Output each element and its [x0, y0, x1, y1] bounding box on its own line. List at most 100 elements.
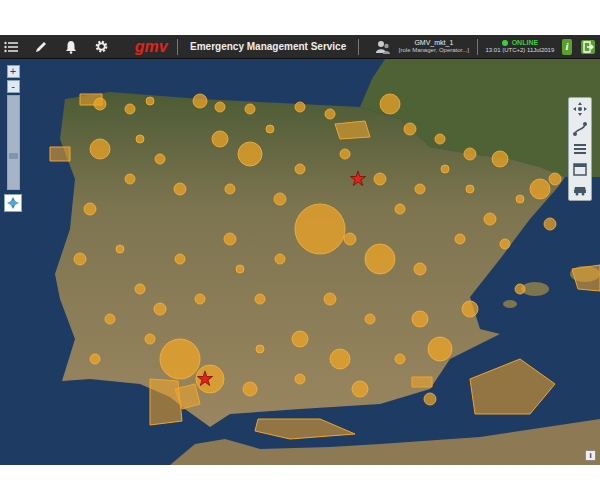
user-icon[interactable]: [375, 38, 391, 56]
incident-marker: [105, 314, 115, 324]
status-dot: [502, 40, 508, 46]
incident-marker: [275, 254, 285, 264]
map-tools: [568, 97, 592, 201]
incident-marker: [295, 164, 305, 174]
incident-marker: [125, 104, 135, 114]
incident-area: [412, 377, 432, 387]
incident-marker: [500, 239, 510, 249]
incident-marker: [224, 233, 236, 245]
vehicle-icon[interactable]: [572, 181, 588, 197]
incident-area: [572, 265, 600, 291]
incident-marker: [365, 314, 375, 324]
attribution-button[interactable]: i: [585, 450, 596, 461]
incident-marker: [352, 381, 368, 397]
incident-marker: [530, 179, 550, 199]
map-canvas[interactable]: [0, 59, 600, 465]
menu-icon[interactable]: [4, 38, 18, 56]
incident-area: [175, 384, 200, 409]
incident-area: [470, 359, 555, 414]
incident-marker: [94, 98, 106, 110]
incident-marker: [395, 354, 405, 364]
compass-button[interactable]: [4, 194, 22, 212]
info-button[interactable]: i: [562, 39, 572, 55]
incident-marker: [515, 284, 525, 294]
incident-marker: [266, 125, 274, 133]
incident-marker: [441, 165, 449, 173]
alert-star-icon: [350, 171, 365, 186]
top-bar: gmv Emergency Management Service GMV_mkt…: [0, 35, 600, 59]
incident-marker: [195, 294, 205, 304]
incident-area: [255, 419, 355, 439]
pan-icon[interactable]: [572, 101, 588, 117]
incident-marker: [154, 303, 166, 315]
incident-marker: [116, 245, 124, 253]
incident-marker: [136, 135, 144, 143]
incident-marker: [484, 213, 496, 225]
incident-marker: [243, 382, 257, 396]
incident-marker: [295, 102, 305, 112]
incident-area: [150, 379, 182, 425]
incident-marker: [215, 102, 225, 112]
iberia-land: [55, 92, 565, 427]
incident-marker: [365, 244, 395, 274]
route-icon[interactable]: [572, 121, 588, 137]
app-title: Emergency Management Service: [186, 39, 350, 54]
incident-marker: [292, 331, 308, 347]
incident-marker: [415, 184, 425, 194]
incident-marker: [324, 293, 336, 305]
incident-marker: [374, 173, 386, 185]
incident-marker: [464, 148, 476, 160]
incident-marker: [325, 109, 335, 119]
incident-marker: [395, 204, 405, 214]
incident-area: [50, 147, 70, 161]
zoom-slider[interactable]: [7, 95, 20, 190]
africa-land: [170, 419, 600, 465]
zoom-out-label: -: [11, 81, 15, 92]
app-logo: gmv: [135, 39, 168, 55]
compass-icon: [7, 197, 19, 209]
calendar-icon[interactable]: [572, 161, 588, 177]
incident-marker: [145, 334, 155, 344]
incident-marker: [466, 185, 474, 193]
incident-marker: [255, 294, 265, 304]
incident-marker: [125, 174, 135, 184]
incident-marker: [196, 365, 224, 393]
incident-marker: [146, 97, 154, 105]
incident-marker: [175, 254, 185, 264]
incident-marker: [84, 203, 96, 215]
incident-marker: [492, 151, 508, 167]
incident-marker: [160, 339, 200, 379]
incident-marker: [90, 139, 110, 159]
incident-marker: [516, 195, 524, 203]
user-info[interactable]: GMV_mkt_1 [role Manager, Operator...]: [399, 39, 469, 53]
incident-marker: [90, 354, 100, 364]
zoom-thumb[interactable]: [9, 153, 18, 159]
balearic-island: [503, 300, 517, 308]
attribution-label: i: [589, 452, 591, 460]
info-label: i: [566, 41, 569, 52]
connection-status: ONLINE 13:01 (UTC+2) 11Jul2019: [486, 39, 555, 53]
incident-marker: [380, 94, 400, 114]
incident-marker: [295, 374, 305, 384]
incident-marker: [404, 123, 416, 135]
exit-icon[interactable]: [580, 39, 596, 55]
layers-icon[interactable]: [572, 141, 588, 157]
status-label: ONLINE: [512, 39, 538, 47]
incident-marker: [135, 284, 145, 294]
pencil-icon[interactable]: [34, 38, 48, 56]
incident-marker: [340, 149, 350, 159]
gear-icon[interactable]: [94, 38, 109, 56]
incident-marker: [424, 393, 436, 405]
incident-marker: [174, 183, 186, 195]
bell-icon[interactable]: [64, 38, 78, 56]
incident-marker: [225, 184, 235, 194]
incident-marker: [238, 142, 262, 166]
alert-star-icon: [197, 371, 212, 386]
map-view[interactable]: + - i: [0, 59, 600, 465]
zoom-in-button[interactable]: +: [7, 65, 20, 78]
incident-marker: [455, 234, 465, 244]
incident-marker: [462, 301, 478, 317]
zoom-out-button[interactable]: -: [7, 80, 20, 93]
incident-marker: [236, 265, 244, 273]
incident-marker: [295, 204, 345, 254]
